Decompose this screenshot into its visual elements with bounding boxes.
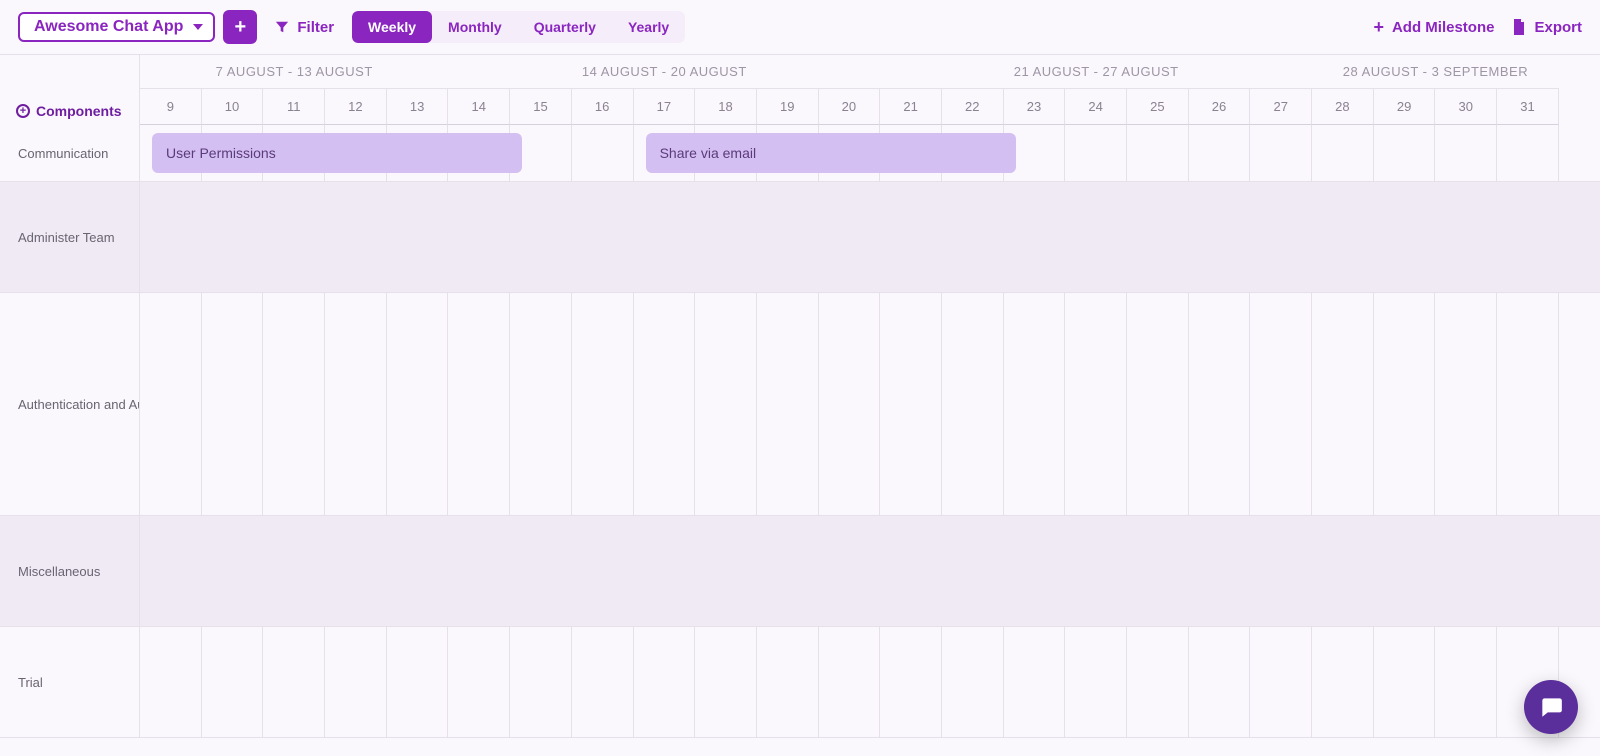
file-icon [1512,19,1526,35]
components-header: + Components [0,55,140,125]
day-header: 24 [1065,89,1127,125]
row-label: Administer Team [0,182,140,292]
day-header: 25 [1127,89,1189,125]
row-track[interactable] [140,293,1600,515]
row-track[interactable] [140,182,1600,292]
export-button[interactable]: Export [1512,19,1582,36]
view-option-yearly[interactable]: Yearly [612,11,685,43]
day-header: 17 [634,89,696,125]
project-name: Awesome Chat App [34,18,183,36]
view-option-monthly[interactable]: Monthly [432,11,518,43]
day-header: 27 [1250,89,1312,125]
task-bar[interactable]: User Permissions [152,133,522,173]
day-header: 29 [1374,89,1436,125]
add-project-button[interactable]: + [223,10,257,44]
day-header: 20 [819,89,881,125]
day-header: 11 [263,89,325,125]
timeline-row: Administer Team [0,182,1600,293]
view-option-weekly[interactable]: Weekly [352,11,432,43]
day-header: 31 [1497,89,1559,125]
filter-button[interactable]: Filter [275,19,334,36]
row-label: Trial [0,627,140,737]
components-label: Components [36,103,122,119]
chevron-down-icon [193,24,203,30]
day-header: 12 [325,89,387,125]
day-header: 22 [942,89,1004,125]
add-milestone-label: Add Milestone [1392,19,1495,36]
view-option-quarterly[interactable]: Quarterly [518,11,612,43]
day-header: 21 [880,89,942,125]
day-header: 28 [1312,89,1374,125]
view-switch: WeeklyMonthlyQuarterlyYearly [352,11,685,43]
day-header: 18 [695,89,757,125]
timeline-row: Trial [0,627,1600,738]
timeline-rows: Communication User Permissions Share via e… [0,125,1600,738]
week-header: 21 AUGUST - 27 AUGUST [880,55,1312,89]
week-header: 28 AUGUST - 3 SEPTEMBER [1312,55,1559,89]
task-bar[interactable]: Share via email [646,133,1016,173]
day-header: 13 [387,89,449,125]
project-select[interactable]: Awesome Chat App [18,12,215,42]
row-track[interactable] [140,516,1600,626]
week-header: 7 AUGUST - 13 AUGUST [140,55,448,89]
timeline-row: Authentication and Au… [0,293,1600,516]
toolbar: Awesome Chat App + Filter WeeklyMonthlyQ… [0,0,1600,54]
row-label: Authentication and Au… [0,293,140,515]
day-header: 14 [448,89,510,125]
filter-label: Filter [297,19,334,36]
day-header: 19 [757,89,819,125]
chat-button[interactable] [1524,680,1578,734]
day-header: 26 [1189,89,1251,125]
plus-icon: + [1373,18,1384,36]
day-header: 10 [202,89,264,125]
export-label: Export [1534,19,1582,36]
timeline-header: + Components 7 AUGUST - 13 AUGUST14 AUGU… [0,54,1600,125]
week-header: 14 AUGUST - 20 AUGUST [448,55,880,89]
add-milestone-button[interactable]: + Add Milestone [1373,18,1494,36]
day-header: 16 [572,89,634,125]
day-header: 15 [510,89,572,125]
plus-icon: + [235,16,247,39]
day-header: 9 [140,89,202,125]
timeline-row: Miscellaneous [0,516,1600,627]
circle-plus-icon: + [16,104,30,118]
row-track[interactable] [140,627,1600,737]
row-label: Miscellaneous [0,516,140,626]
timeline-row: Communication User Permissions Share via e… [0,125,1600,182]
row-label: Communication [0,125,140,181]
row-track[interactable]: User Permissions Share via email [140,125,1600,181]
chat-icon [1538,694,1564,720]
day-header: 30 [1435,89,1497,125]
filter-icon [275,20,289,34]
add-component-button[interactable]: + Components [16,103,122,119]
day-header: 23 [1004,89,1066,125]
